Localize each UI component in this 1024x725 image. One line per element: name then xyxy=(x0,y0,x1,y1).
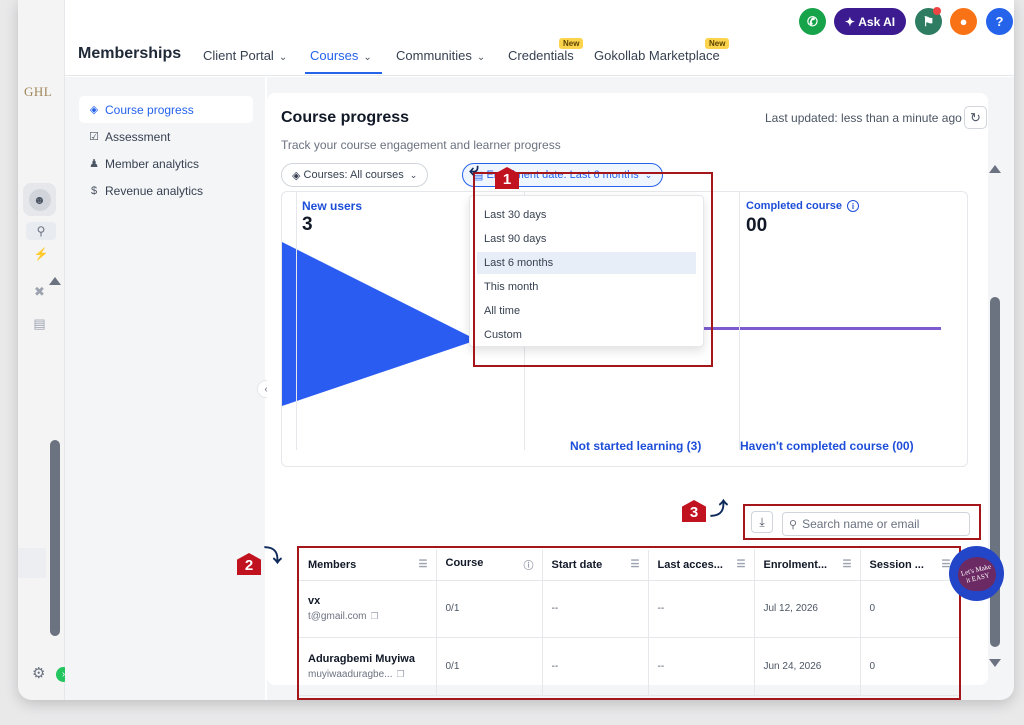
refresh-button[interactable]: ↻ xyxy=(964,106,987,129)
annotation-box-2 xyxy=(297,546,961,700)
new-users-label: New users xyxy=(302,199,363,213)
sparkle-icon: ✦ xyxy=(844,14,859,29)
page-subtitle: Track your course engagement and learner… xyxy=(281,138,561,152)
chevron-down-icon: ⌄ xyxy=(476,52,486,63)
ghl-logo: GHL xyxy=(24,84,53,99)
tab-communities[interactable]: Communities ⌄ xyxy=(396,48,485,63)
ask-ai-label: Ask AI xyxy=(858,14,896,29)
sidebar-item-label: Course progress xyxy=(105,102,194,117)
notification-dot xyxy=(933,7,941,15)
graduation-cap-icon: ◈ xyxy=(89,104,99,116)
scroll-down-icon[interactable] xyxy=(989,659,1001,667)
course-progress-panel: Course progress Track your course engage… xyxy=(267,93,988,700)
rail-bolt-icon[interactable]: ⚡ xyxy=(26,245,56,263)
tab-courses[interactable]: Courses ⌄ xyxy=(310,48,372,63)
main-content: Course progress Track your course engage… xyxy=(267,77,1014,700)
completed-course-label: Completed course i xyxy=(746,200,860,212)
column-divider xyxy=(296,192,297,450)
rail-avatar-button[interactable]: ☻ xyxy=(23,183,56,216)
scroll-up-icon[interactable] xyxy=(989,165,1001,173)
chevron-down-icon: ⌄ xyxy=(409,169,418,180)
icon-rail: GHL ☻ ⚲ ⚡ ✖ ▤ ⚙ › xyxy=(18,0,71,700)
completed-label-text: Completed course xyxy=(746,200,842,212)
user-icon: ☻ xyxy=(28,188,51,211)
annotation-box-1 xyxy=(473,172,713,367)
annotation-arrow-icon: ⤵ xyxy=(264,546,282,566)
courses-filter[interactable]: ◈ Courses: All courses ⌄ xyxy=(281,163,429,187)
annotation-arrow-icon: ⤶ xyxy=(469,159,480,179)
tab-label: Client Portal xyxy=(203,48,274,63)
watermark-text: Let's Make it EASY xyxy=(959,561,992,585)
phone-icon[interactable]: ✆ xyxy=(799,8,826,35)
tab-client-portal[interactable]: Client Portal ⌄ xyxy=(203,48,287,63)
dollar-icon: $ xyxy=(90,184,98,197)
sidebar-item-label: Assessment xyxy=(105,129,171,144)
not-started-link[interactable]: Not started learning (3) xyxy=(570,439,701,453)
last-updated-text: Last updated: less than a minute ago xyxy=(765,111,962,125)
top-nav: Memberships Client Portal ⌄ Courses ⌄ Comm… xyxy=(65,0,1014,76)
tab-label: Communities xyxy=(396,48,472,63)
settings-gear-icon[interactable]: ⚙ xyxy=(32,664,45,682)
new-badge: New xyxy=(559,38,584,49)
sub-sidebar: ◈ Course progress ☑ Assessment ♟ Member ana… xyxy=(65,77,265,700)
progress-line xyxy=(677,327,941,330)
sidebar-item-label: Revenue analytics xyxy=(105,183,204,198)
rail-scroll-up-icon[interactable] xyxy=(49,277,61,285)
tab-marketplace[interactable]: Gokollab Marketplace xyxy=(594,48,720,63)
rail-search-icon[interactable]: ⚲ xyxy=(26,222,56,240)
active-tab-underline xyxy=(305,72,382,74)
heart-icon: Let's Make it EASY xyxy=(957,556,996,591)
ask-ai-button[interactable]: ✦ Ask AI xyxy=(834,8,906,35)
tab-credentials[interactable]: Credentials xyxy=(508,48,574,63)
tab-label: Gokollab Marketplace xyxy=(594,48,720,63)
annotation-box-3 xyxy=(743,504,981,540)
chevron-down-icon: ⌄ xyxy=(363,52,372,63)
rail-selected-item[interactable] xyxy=(18,548,46,578)
clipboard-check-icon: ☑ xyxy=(89,131,99,143)
page-title: Course progress xyxy=(281,109,410,126)
course-icon: ◈ xyxy=(292,169,304,182)
users-icon: ♟ xyxy=(89,158,99,170)
completed-course-value: 00 xyxy=(746,215,768,236)
bell-icon[interactable]: ● xyxy=(950,8,977,35)
rail-calendar-icon[interactable]: ▤ xyxy=(23,307,56,340)
app-window: GHL ☻ ⚲ ⚡ ✖ ▤ ⚙ › Memberships Client Por… xyxy=(18,0,1014,700)
chevron-down-icon: ⌄ xyxy=(278,52,288,63)
courses-filter-label: Courses: All courses xyxy=(303,169,404,181)
help-button[interactable]: ? xyxy=(986,8,1013,35)
tab-label: Courses xyxy=(310,48,359,63)
sidebar-item-member-analytics[interactable]: ♟ Member analytics xyxy=(79,150,253,177)
new-users-value: 3 xyxy=(302,214,313,235)
watermark-logo: Let's Make it EASY xyxy=(949,546,1004,601)
funnel-shape xyxy=(282,242,477,406)
sidebar-item-label: Member analytics xyxy=(105,156,200,171)
sidebar-item-assessment[interactable]: ☑ Assessment xyxy=(79,123,253,150)
sidebar-item-revenue-analytics[interactable]: $ Revenue analytics xyxy=(79,177,253,204)
not-completed-link[interactable]: Haven't completed course (00) xyxy=(740,439,914,453)
sidebar-item-course-progress[interactable]: ◈ Course progress xyxy=(79,96,253,123)
app-title: Memberships xyxy=(78,45,182,62)
rail-scrollbar[interactable] xyxy=(50,440,60,636)
annotation-arrow-icon: ⤴ xyxy=(710,499,728,519)
column-divider xyxy=(739,192,740,450)
new-badge: New xyxy=(705,38,730,49)
info-icon[interactable]: i xyxy=(847,200,860,212)
tab-label: Credentials xyxy=(508,48,574,63)
